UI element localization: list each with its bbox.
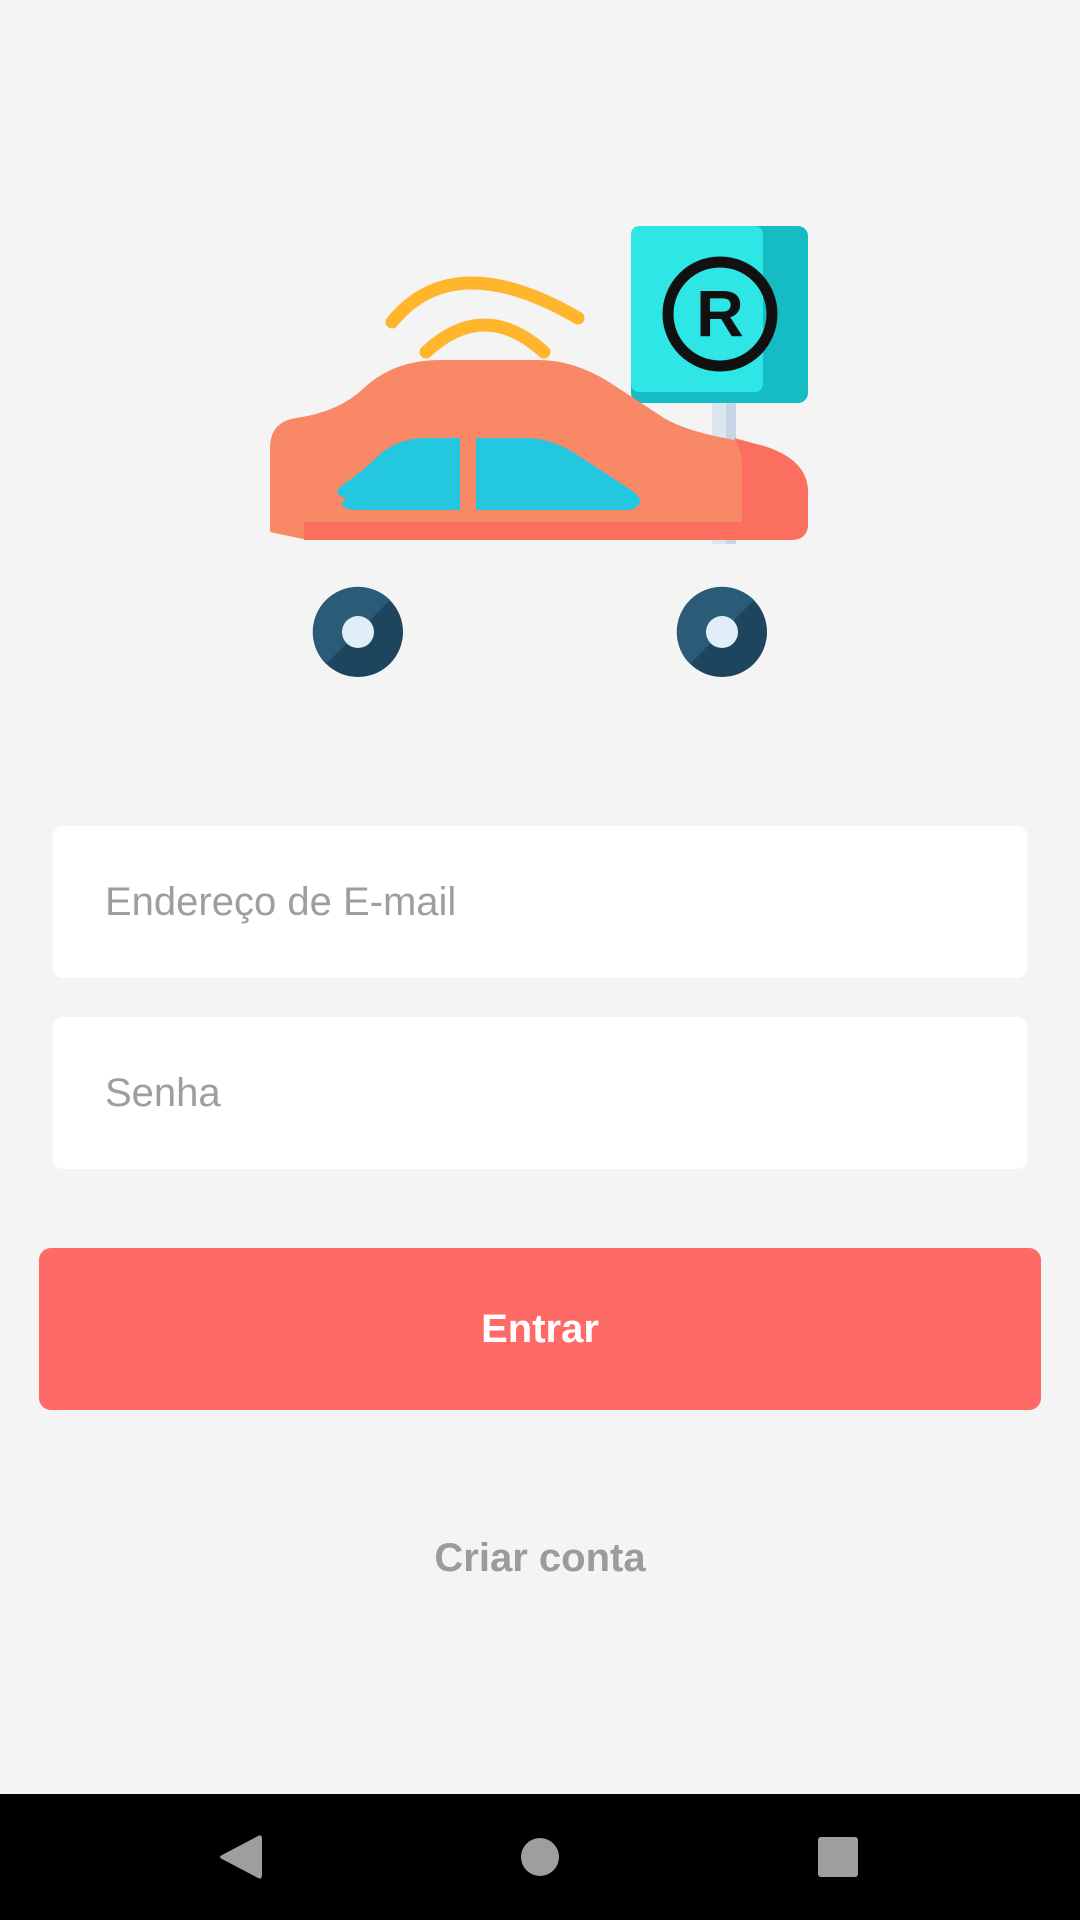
password-field[interactable] [53, 1017, 1027, 1169]
back-icon [220, 1835, 262, 1879]
home-icon [521, 1838, 559, 1876]
svg-text:R: R [696, 276, 744, 350]
password-input[interactable] [53, 1017, 1027, 1169]
recent-apps-icon [818, 1837, 858, 1877]
wheel [676, 586, 767, 677]
back-button[interactable] [170, 1794, 310, 1920]
car-parking-illustration: R [270, 226, 808, 677]
home-button[interactable] [470, 1794, 610, 1920]
email-input[interactable] [53, 826, 1027, 978]
wheel [312, 586, 403, 677]
system-navigation-bar [0, 1794, 1080, 1920]
create-account-link[interactable]: Criar conta [0, 1530, 1080, 1586]
login-button[interactable]: Entrar [39, 1248, 1041, 1410]
email-field[interactable] [53, 826, 1027, 978]
recent-apps-button[interactable] [768, 1794, 908, 1920]
app-logo: R [264, 222, 820, 682]
